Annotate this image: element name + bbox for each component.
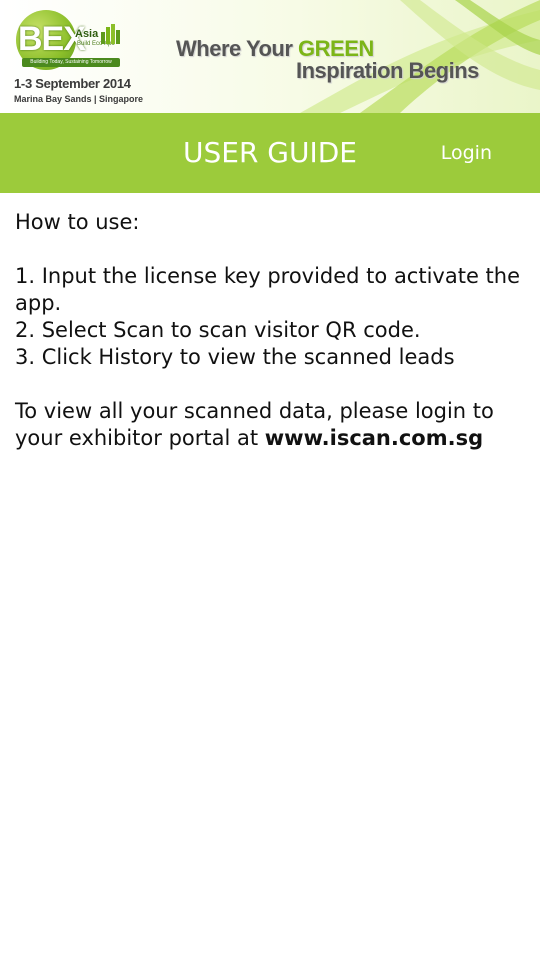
user-guide-content: How to use: 1. Input the license key pro…	[15, 209, 520, 452]
building-icon	[101, 24, 120, 44]
login-button[interactable]: Login	[441, 133, 492, 173]
logo-tagline: Building Today, Sustaining Tomorrow	[22, 58, 120, 67]
slogan-part1: Where Your	[176, 36, 299, 61]
logo-asia-text: Asia	[75, 28, 99, 40]
event-dates: 1-3 September 2014	[14, 76, 131, 91]
portal-link[interactable]: www.iscan.com.sg	[265, 426, 483, 450]
guide-intro: How to use:	[15, 210, 140, 234]
guide-step-3: 3. Click History to view the scanned lea…	[15, 345, 455, 369]
title-bar: USER GUIDE Login	[0, 113, 540, 193]
event-banner: BEX Asia Build Eco Xpo Building Today, S…	[0, 0, 540, 113]
guide-step-1: 1. Input the license key provided to act…	[15, 264, 521, 315]
event-venue: Marina Bay Sands | Singapore	[14, 94, 144, 104]
portal-instructions: To view all your scanned data, please lo…	[15, 398, 520, 452]
guide-step-2: 2. Select Scan to scan visitor QR code.	[15, 318, 421, 342]
banner-slogan-line2: Inspiration Begins	[296, 58, 479, 83]
